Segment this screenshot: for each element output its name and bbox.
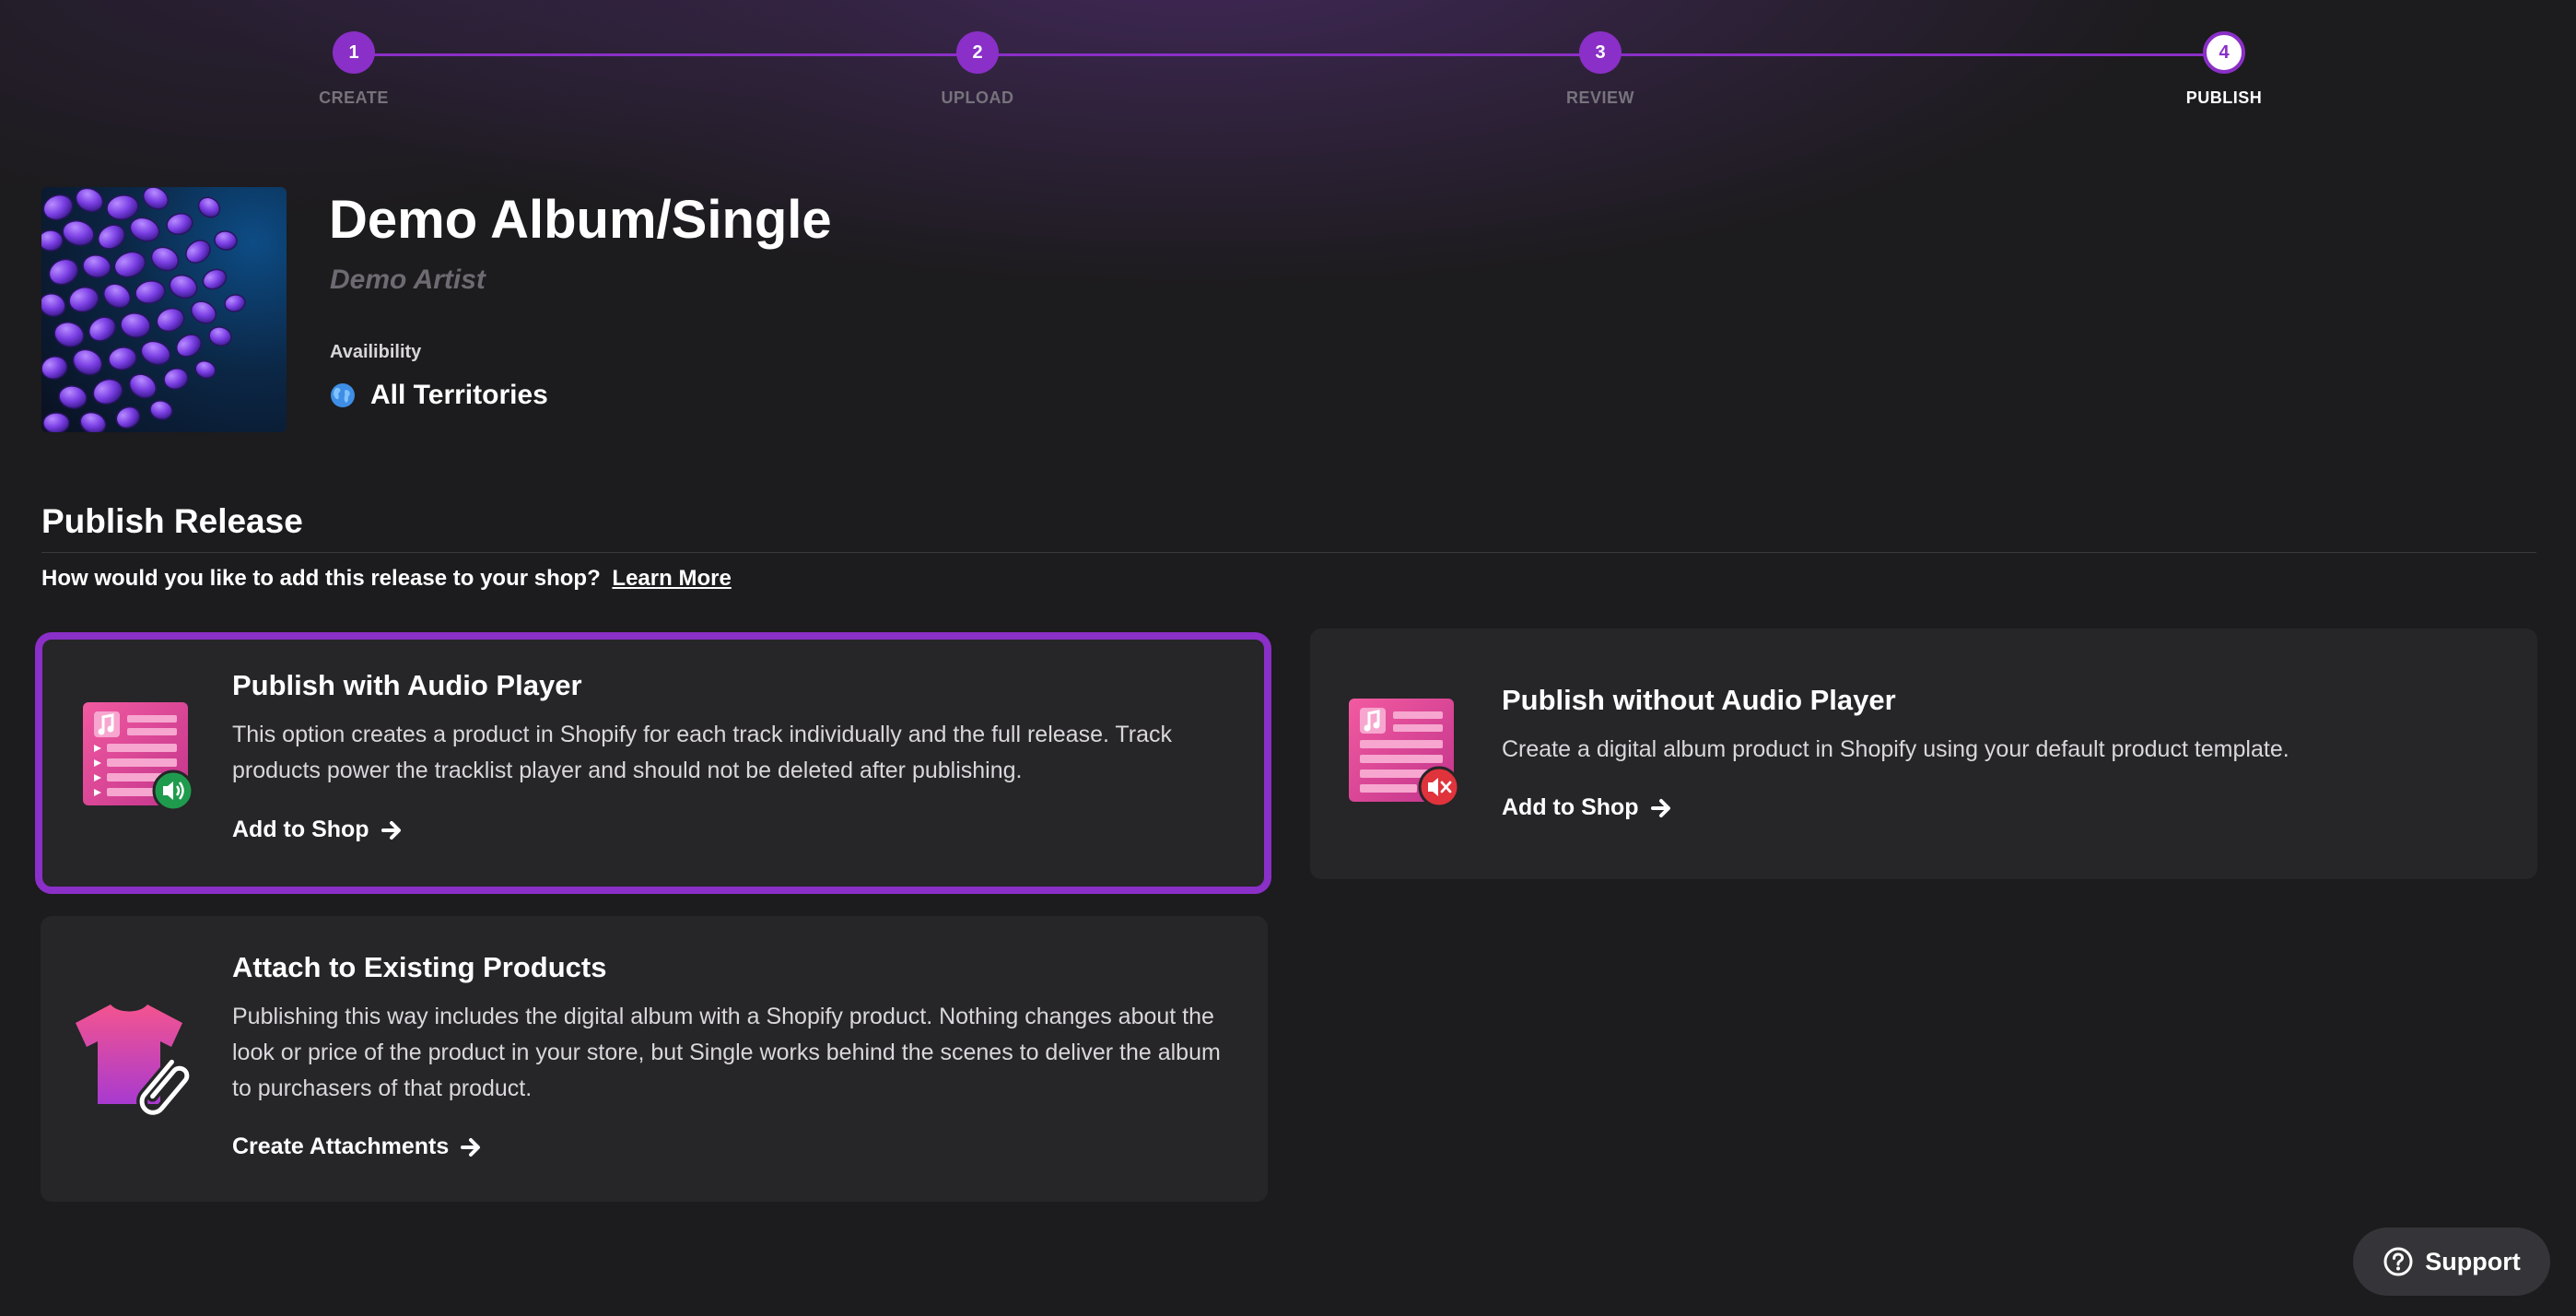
add-to-shop-button[interactable]: Add to Shop xyxy=(1502,794,1672,821)
step-label: CREATE xyxy=(319,88,389,107)
create-attachments-button[interactable]: Create Attachments xyxy=(232,1134,482,1160)
availability-value: All Territories xyxy=(330,380,548,411)
release-title: Demo Album/Single xyxy=(329,190,832,250)
step-label: PUBLISH xyxy=(2185,88,2263,107)
tracklist-audio-off-icon xyxy=(1347,697,1463,812)
arrow-right-icon xyxy=(1650,798,1670,817)
step-upload[interactable]: 2 UPLOAD xyxy=(876,31,1079,108)
step-number: 3 xyxy=(1579,31,1622,74)
question-text: How would you like to add this release t… xyxy=(41,566,601,591)
step-publish[interactable]: 4 PUBLISH xyxy=(2123,31,2325,108)
question-circle-icon xyxy=(2383,1247,2413,1276)
step-number: 4 xyxy=(2203,31,2245,74)
option-title: Publish with Audio Player xyxy=(232,669,582,701)
arrow-right-icon xyxy=(461,1137,481,1157)
step-number: 1 xyxy=(333,31,375,74)
support-label: Support xyxy=(2425,1247,2521,1275)
section-title: Publish Release xyxy=(41,502,303,540)
tracklist-audio-on-icon xyxy=(81,700,197,816)
progress-stepper: 1 CREATE 2 UPLOAD 3 REVIEW 4 PUBLISH xyxy=(0,0,2576,129)
availability-label: Availibility xyxy=(330,342,422,362)
section-divider xyxy=(41,552,2536,553)
add-to-shop-button[interactable]: Add to Shop xyxy=(232,817,403,843)
tshirt-paperclip-icon xyxy=(74,1001,193,1125)
learn-more-link[interactable]: Learn More xyxy=(612,566,731,591)
option-title: Attach to Existing Products xyxy=(232,951,607,983)
step-number: 2 xyxy=(956,31,999,74)
album-cover-art xyxy=(41,187,287,432)
option-card-attach-to-existing-products[interactable]: Attach to Existing Products Publishing t… xyxy=(41,916,1268,1202)
step-label: UPLOAD xyxy=(941,88,1014,107)
availability-text: All Territories xyxy=(370,380,548,410)
publish-question: How would you like to add this release t… xyxy=(41,566,732,592)
action-label: Create Attachments xyxy=(232,1134,450,1159)
arrow-right-icon xyxy=(381,820,401,840)
step-review[interactable]: 3 REVIEW xyxy=(1499,31,1702,108)
globe-icon xyxy=(330,382,356,408)
action-label: Add to Shop xyxy=(1502,794,1639,820)
action-label: Add to Shop xyxy=(232,817,369,842)
option-description: Publishing this way includes the digital… xyxy=(232,1004,1221,1101)
option-card-publish-with-audio-player[interactable]: Publish with Audio Player This option cr… xyxy=(35,632,1271,894)
option-description: Create a digital album product in Shopif… xyxy=(1502,736,2289,762)
step-create[interactable]: 1 CREATE xyxy=(252,31,455,108)
support-button[interactable]: Support xyxy=(2353,1228,2550,1296)
option-card-publish-without-audio-player[interactable]: Publish without Audio Player Create a di… xyxy=(1310,629,2537,879)
release-artist: Demo Artist xyxy=(330,264,486,295)
step-label: REVIEW xyxy=(1565,88,1634,107)
option-description: This option creates a product in Shopify… xyxy=(232,722,1172,783)
option-title: Publish without Audio Player xyxy=(1502,684,1896,716)
stepper-line xyxy=(354,53,2224,56)
